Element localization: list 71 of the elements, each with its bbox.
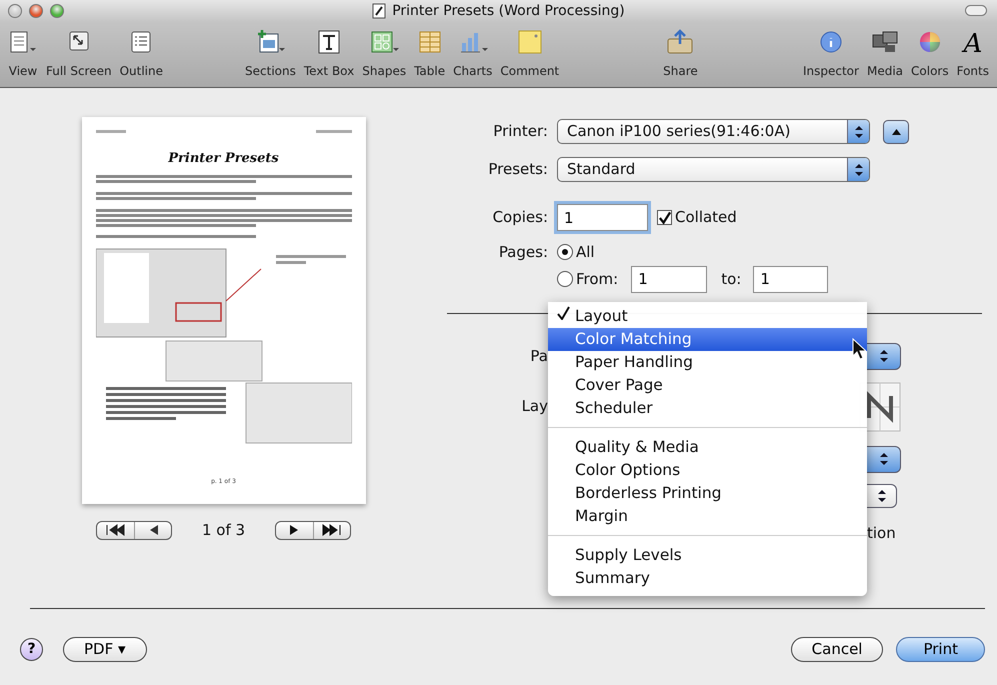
field-label: Presets: xyxy=(487,159,549,180)
font-icon: A xyxy=(958,28,988,56)
toolbar-toggle-button[interactable] xyxy=(965,5,987,16)
stepper-icon xyxy=(854,164,862,176)
fullscreen-button[interactable]: Full Screen xyxy=(44,22,114,87)
inspector-button[interactable]: Inspector xyxy=(800,22,861,87)
field-label: Pages: xyxy=(498,242,549,263)
field-label: Copies: xyxy=(492,207,549,228)
menu-item[interactable]: Cover Page xyxy=(548,374,867,397)
popup-button[interactable] xyxy=(867,446,901,472)
share-button[interactable]: Share xyxy=(661,22,700,87)
pdf-button[interactable]: PDF ▾ xyxy=(63,637,147,662)
menu-item[interactable]: Borderless Printing xyxy=(548,482,867,505)
sections-button[interactable]: Sections xyxy=(243,22,298,87)
stepper-button[interactable] xyxy=(867,484,897,508)
window-control-icon[interactable] xyxy=(50,4,64,18)
page-indicator: 1 of 3 xyxy=(202,520,246,541)
collated-checkbox[interactable]: Collated xyxy=(657,206,737,229)
first-page-icon xyxy=(105,524,126,536)
field-label: Pa xyxy=(530,346,548,365)
page-forward-control[interactable] xyxy=(275,520,352,540)
page-range-radio[interactable]: From: xyxy=(557,268,618,290)
menu-item[interactable]: Color Matching xyxy=(548,328,867,351)
stepper-icon xyxy=(880,350,888,362)
textbox-button[interactable]: Text Box xyxy=(302,22,356,87)
page-back-control[interactable] xyxy=(96,520,172,540)
printer-popup[interactable]: Canon iP100 series(91:46:0A) xyxy=(557,119,870,144)
check-icon xyxy=(658,210,671,224)
window-control-icon[interactable] xyxy=(8,4,22,18)
field-label: Lay xyxy=(522,397,548,416)
menu-item[interactable]: Layout xyxy=(548,305,867,328)
menu-item[interactable]: Quality & Media xyxy=(548,436,867,459)
share-icon xyxy=(665,28,696,56)
page-title: Printer Presets xyxy=(167,150,280,168)
menu-item[interactable]: Margin xyxy=(548,505,867,528)
cancel-button[interactable]: Cancel xyxy=(790,637,884,662)
comment-button[interactable]: Comment xyxy=(498,22,562,87)
stepper-icon xyxy=(878,490,886,502)
presets-popup[interactable]: Standard xyxy=(557,157,870,182)
print-button[interactable]: Print xyxy=(896,637,985,662)
media-button[interactable]: Media xyxy=(864,22,906,87)
menu-item[interactable]: Color Options xyxy=(548,459,867,482)
table-button[interactable]: Table xyxy=(412,22,448,87)
window-title: Printer Presets (Word Processing) xyxy=(392,2,625,20)
menu-item[interactable]: Summary xyxy=(548,567,867,590)
menu-item[interactable]: Scheduler xyxy=(548,397,867,420)
copies-field[interactable]: 1 xyxy=(557,204,648,231)
fonts-button[interactable]: A Fonts xyxy=(954,22,991,87)
all-pages-radio[interactable]: All xyxy=(557,241,595,264)
field-label: to: xyxy=(721,268,742,290)
view-button[interactable]: View xyxy=(6,22,40,87)
triangle-up-icon xyxy=(892,128,900,134)
field-label: tion xyxy=(867,522,896,544)
menu-item[interactable]: Paper Handling xyxy=(548,351,867,374)
collapse-button[interactable] xyxy=(883,120,909,144)
last-page-icon xyxy=(322,524,342,536)
window-control-icon[interactable] xyxy=(29,4,43,18)
field-label: Printer: xyxy=(492,121,549,142)
stepper-icon xyxy=(880,453,888,465)
outline-button[interactable]: Outline xyxy=(118,22,166,87)
checkmark-icon xyxy=(556,306,570,320)
shapes-button[interactable]: Shapes xyxy=(360,22,408,87)
charts-button[interactable]: Charts xyxy=(451,22,494,87)
menu-item[interactable]: Supply Levels xyxy=(548,544,867,567)
to-page-field[interactable]: 1 xyxy=(753,266,828,292)
stepper-icon xyxy=(854,126,862,138)
paper-size-popup[interactable] xyxy=(867,342,901,370)
from-page-field[interactable]: 1 xyxy=(631,266,708,292)
colors-button[interactable]: Colors xyxy=(909,22,951,87)
document-icon xyxy=(372,3,386,19)
help-button[interactable]: ? xyxy=(20,638,43,661)
